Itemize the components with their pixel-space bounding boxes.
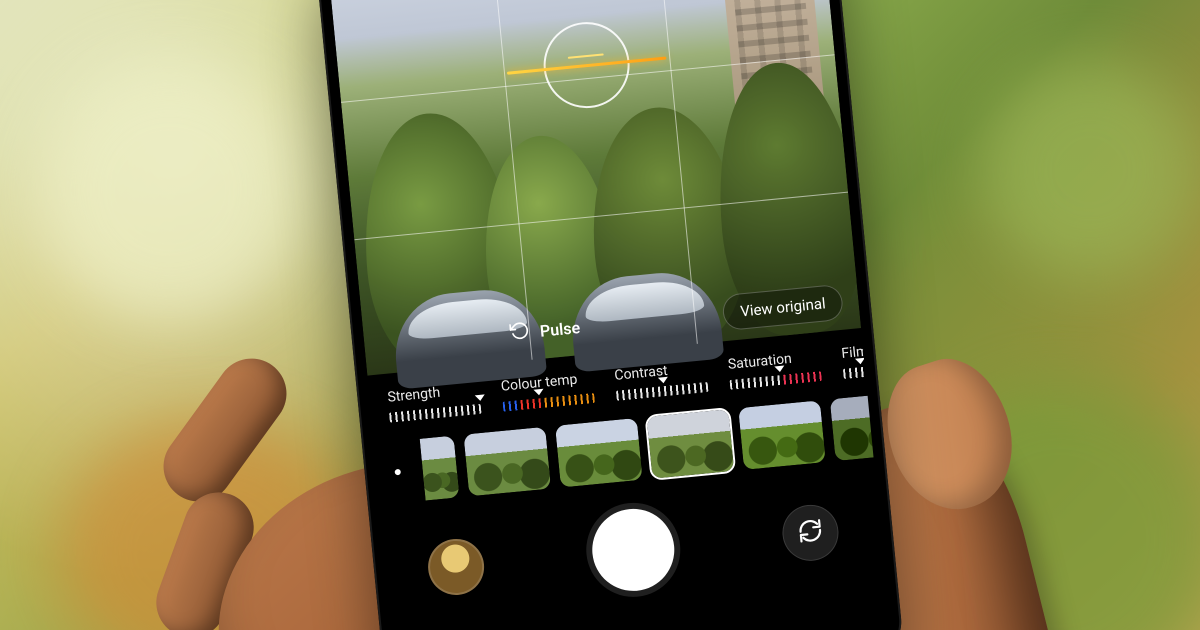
slider-track[interactable] — [729, 370, 822, 391]
slider-ticks — [389, 404, 482, 423]
filter-preview — [738, 400, 826, 470]
slider-track[interactable] — [616, 381, 709, 402]
no-filter-dot[interactable] — [394, 469, 401, 476]
slider-track[interactable] — [502, 392, 595, 413]
slider-film-grain[interactable]: Film grain — [841, 337, 867, 380]
filter-preview — [463, 427, 551, 497]
view-original-label: View original — [739, 295, 826, 321]
slider-contrast[interactable]: Contrast — [614, 359, 709, 402]
slider-colour-temp[interactable]: Colour temp — [500, 370, 595, 413]
phone-screen: Pulse View original Strength Colour temp C… — [328, 0, 892, 630]
slider-caret[interactable] — [533, 389, 544, 396]
slider-caret[interactable] — [774, 366, 785, 373]
shutter-button[interactable] — [589, 505, 678, 594]
rotate-ccw-icon — [509, 320, 531, 346]
slider-caret[interactable] — [658, 377, 669, 384]
filter-thumbnail[interactable] — [647, 409, 735, 479]
slider-ticks — [503, 393, 596, 412]
camera-viewfinder[interactable]: Pulse View original — [328, 0, 861, 376]
filter-thumbnail[interactable] — [555, 418, 643, 488]
active-filter-name: Pulse — [539, 318, 581, 341]
filter-thumbnail[interactable] — [738, 400, 826, 470]
filter-thumbnail[interactable] — [830, 392, 892, 462]
filter-thumbnail[interactable] — [420, 436, 460, 501]
slider-caret[interactable] — [855, 358, 866, 365]
filter-preview — [420, 436, 460, 501]
gallery-button[interactable] — [426, 537, 487, 598]
filter-preview — [647, 409, 735, 479]
photo-scene: Pulse View original Strength Colour temp C… — [0, 0, 1200, 630]
filter-preview — [555, 418, 643, 488]
slider-track[interactable] — [389, 403, 482, 424]
filter-thumbnail[interactable] — [463, 427, 551, 497]
camera-switch-icon — [796, 517, 825, 549]
slider-strength[interactable]: Strength — [387, 381, 482, 424]
filter-preview — [830, 392, 892, 462]
switch-camera-button[interactable] — [780, 502, 841, 563]
slider-caret[interactable] — [475, 395, 486, 402]
slider-ticks — [616, 382, 709, 401]
slider-track[interactable] — [843, 359, 867, 380]
phone-frame: Pulse View original Strength Colour temp C… — [315, 0, 905, 630]
slider-saturation[interactable]: Saturation — [727, 348, 822, 391]
slider-ticks — [729, 371, 822, 390]
